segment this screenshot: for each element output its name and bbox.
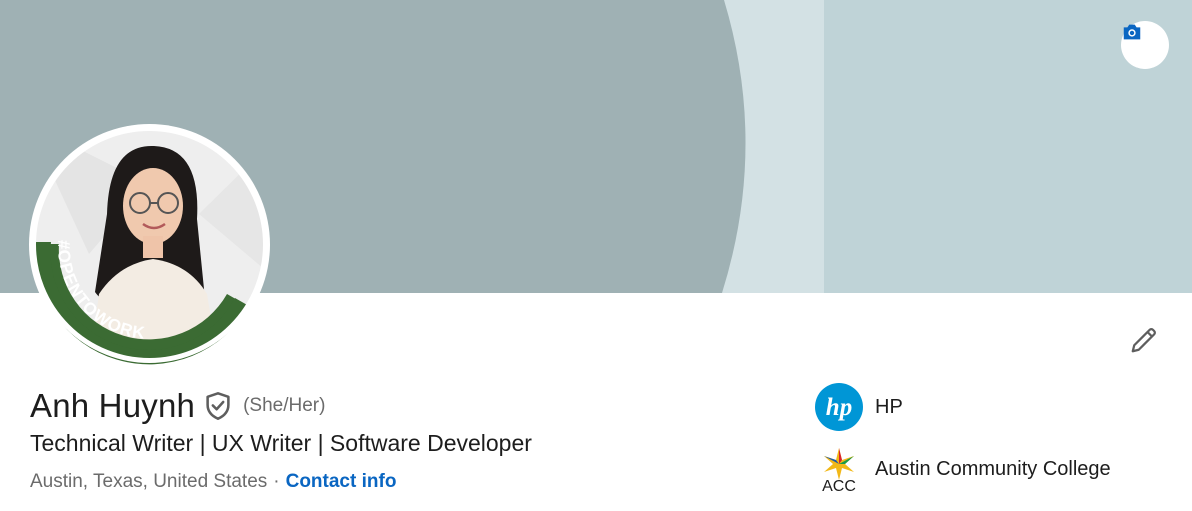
location-row: Austin, Texas, United States · Contact i… xyxy=(30,471,396,493)
organization-name: HP xyxy=(875,395,903,418)
edit-intro-button[interactable] xyxy=(1124,322,1164,362)
acc-logo: ACC xyxy=(814,444,864,494)
profile-name: Anh Huynh xyxy=(30,387,196,424)
acc-logo-text: ACC xyxy=(822,478,856,493)
hp-logo: hp xyxy=(814,382,864,432)
profile-headline: Technical Writer | UX Writer | Software … xyxy=(30,430,532,456)
profile-photo[interactable]: #OPENTOWORK xyxy=(29,124,270,365)
separator-dot: · xyxy=(273,471,280,492)
hp-logo-text: hp xyxy=(826,394,852,421)
name-row: Anh Huynh (She/Her) xyxy=(30,384,325,428)
organization-hp[interactable]: hp HP xyxy=(814,382,903,432)
organization-name: Austin Community College xyxy=(875,457,1111,480)
edit-banner-button[interactable] xyxy=(1121,21,1169,69)
pronouns: (She/Her) xyxy=(243,395,326,416)
contact-info-link[interactable]: Contact info xyxy=(286,471,397,493)
location: Austin, Texas, United States xyxy=(30,471,268,492)
avatar: #OPENTOWORK xyxy=(31,126,268,365)
shield-check-icon[interactable] xyxy=(204,391,232,421)
organization-acc[interactable]: ACC Austin Community College xyxy=(814,444,1111,494)
pencil-icon xyxy=(1129,325,1159,360)
